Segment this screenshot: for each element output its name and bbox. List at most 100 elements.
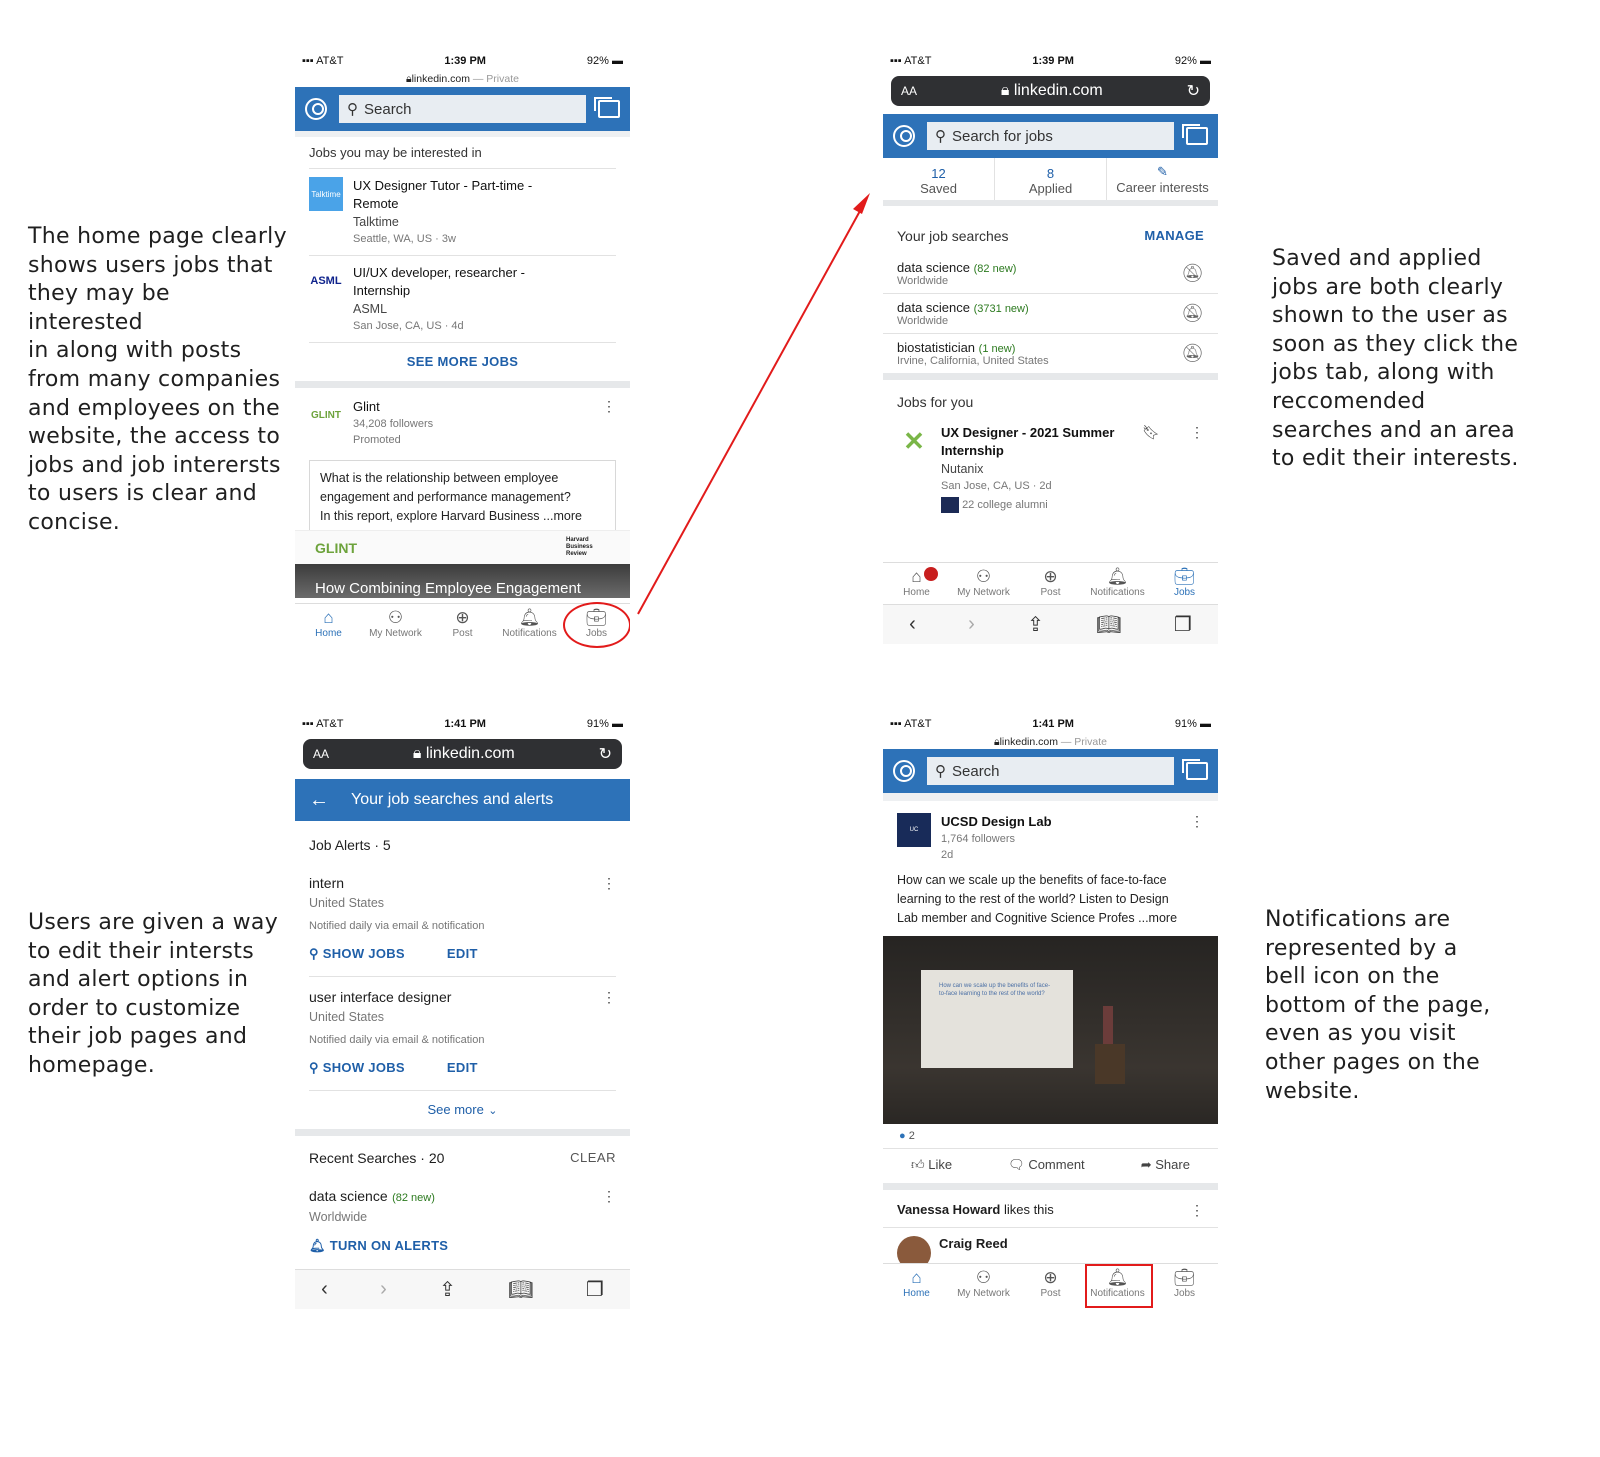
turn-on-alerts-button[interactable]: 🔔︎ TURN ON ALERTS [309, 1238, 616, 1254]
show-jobs-button[interactable]: ⚲ SHOW JOBS [309, 1060, 405, 1076]
share-arrow-icon: ➦ [1140, 1157, 1152, 1172]
home-icon: ⌂ [323, 608, 334, 627]
saved-jobs-button[interactable]: 12 Saved [883, 158, 995, 200]
tab-jobs[interactable]: 💼︎ Jobs [562, 602, 630, 648]
tab-jobs[interactable]: 💼︎ Jobs [1152, 567, 1218, 598]
address-field[interactable]: AA 🔒︎ linkedin.com ↻ [303, 739, 622, 769]
post-image[interactable]: How Combining Employee Engagement [295, 564, 630, 598]
url-line[interactable]: 🔒︎linkedin.com — Private [295, 72, 630, 86]
messaging-icon[interactable] [1182, 124, 1208, 145]
recent-search-item[interactable]: data science (82 new) ⋮ Worldwide 🔔︎ TURN… [295, 1176, 630, 1254]
clear-button[interactable]: CLEAR [570, 1150, 616, 1166]
saved-search-item[interactable]: data science (3731 new) Worldwide 🔕︎ [883, 294, 1218, 334]
alert-off-icon[interactable]: 🔕︎ [1181, 263, 1204, 284]
more-options-icon[interactable]: ⋮ [602, 1188, 616, 1206]
post-image[interactable]: How can we scale up the benefits of face… [883, 936, 1218, 1124]
share-icon[interactable]: ⇪ [439, 1277, 456, 1302]
share-icon[interactable]: ⇪ [1027, 612, 1044, 637]
like-button[interactable]: 👍︎ Like [911, 1157, 952, 1173]
job-alerts-title: Job Alerts · 5 [309, 837, 391, 853]
forward-icon[interactable]: › [380, 1278, 387, 1301]
tab-home[interactable]: ⌂ Home [884, 567, 950, 598]
battery-icon: ▬ [612, 718, 623, 730]
bell-icon: 🔔︎ [1106, 567, 1129, 586]
profile-icon[interactable] [305, 98, 327, 120]
back-icon[interactable]: ‹ [321, 1278, 328, 1301]
reload-icon[interactable]: ↻ [599, 744, 612, 764]
tab-my-network[interactable]: ⚇ My Network [363, 608, 429, 639]
messaging-icon[interactable] [594, 97, 620, 118]
tab-home[interactable]: ⌂ Home [296, 608, 362, 639]
liker-name[interactable]: Vanessa Howard [897, 1202, 1000, 1217]
caption-jobs: Saved and applied jobs are both clearly … [1272, 245, 1532, 474]
tab-post[interactable]: ⊕ Post [1018, 1268, 1084, 1299]
network-icon: ⚇ [975, 1268, 992, 1287]
tab-my-network[interactable]: ⚇ My Network [951, 567, 1017, 598]
tab-notifications[interactable]: 🔔︎ Notifications [1084, 1264, 1153, 1308]
tabs-icon[interactable]: ❐ [586, 1277, 604, 1302]
reaction-count: 2 [908, 1130, 915, 1142]
more-options-icon[interactable]: ⋮ [602, 875, 616, 892]
pencil-icon: ✎ [1157, 164, 1168, 179]
text-size-button[interactable]: AA [901, 84, 917, 98]
profile-icon[interactable] [893, 760, 915, 782]
search-input[interactable]: ⚲ Search [339, 95, 586, 123]
search-input[interactable]: ⚲ Search for jobs [927, 122, 1174, 150]
tab-jobs[interactable]: 💼︎ Jobs [1152, 1268, 1218, 1299]
job-card[interactable]: ✕ UX Designer - 2021 Summer Internship N… [883, 418, 1218, 521]
tab-label: My Network [369, 628, 422, 639]
show-jobs-button[interactable]: ⚲ SHOW JOBS [309, 946, 405, 962]
more-options-icon[interactable]: ⋮ [1190, 424, 1204, 513]
back-arrow-icon[interactable]: ← [309, 789, 329, 812]
post-text-line: engagement and performance management? [320, 490, 571, 504]
edit-button[interactable]: EDIT [447, 1060, 478, 1076]
bookmarks-icon[interactable]: 📖︎ [508, 1277, 533, 1302]
job-card[interactable]: ASML UI/UX developer, researcher - Inter… [295, 256, 630, 342]
profile-icon[interactable] [893, 125, 915, 147]
post-company[interactable]: UCSD Design Lab [941, 813, 1180, 831]
red-box-highlight [1084, 1264, 1153, 1308]
manage-button[interactable]: MANAGE [1144, 228, 1204, 244]
messaging-icon[interactable] [1182, 759, 1208, 780]
see-more-button[interactable]: See more ⌄ [295, 1091, 630, 1129]
tab-home[interactable]: ⌂ Home [884, 1268, 950, 1299]
podium [1095, 1044, 1125, 1084]
saved-search-item[interactable]: data science (82 new) Worldwide 🔕︎ [883, 254, 1218, 294]
more-options-icon[interactable]: ⋮ [1190, 813, 1204, 863]
job-card[interactable]: Talktime UX Designer Tutor - Part-time -… [295, 169, 630, 255]
text-size-button[interactable]: AA [313, 747, 329, 761]
url-line[interactable]: 🔒︎linkedin.com — Private [883, 735, 1218, 749]
reactions-bar[interactable]: ● 2 [883, 1124, 1218, 1148]
see-more-jobs-button[interactable]: SEE MORE JOBS [295, 343, 630, 381]
alert-off-icon[interactable]: 🔕︎ [1181, 303, 1204, 324]
more-options-icon[interactable]: ⋮ [1190, 1202, 1204, 1219]
tabs-icon[interactable]: ❐ [1174, 612, 1192, 637]
applied-jobs-button[interactable]: 8 Applied [995, 158, 1107, 200]
tab-notifications[interactable]: 🔔︎ Notifications [497, 608, 563, 639]
tab-post[interactable]: ⊕ Post [430, 608, 496, 639]
reload-icon[interactable]: ↻ [1187, 81, 1200, 101]
saved-search-item[interactable]: biostatistician (1 new) Irvine, Californi… [883, 334, 1218, 373]
comment-button[interactable]: 🗨︎ Comment [1008, 1157, 1085, 1173]
see-more-link[interactable]: ...more [1138, 911, 1177, 925]
tab-notifications[interactable]: 🔔︎ Notifications [1085, 567, 1151, 598]
alert-off-icon[interactable]: 🔕︎ [1181, 343, 1204, 364]
bookmarks-icon[interactable]: 📖︎ [1096, 612, 1121, 637]
back-icon[interactable]: ‹ [909, 613, 916, 636]
edit-button[interactable]: EDIT [447, 946, 478, 962]
share-button[interactable]: ➦ Share [1141, 1157, 1190, 1173]
more-options-icon[interactable]: ⋮ [602, 398, 616, 448]
tab-post[interactable]: ⊕ Post [1018, 567, 1084, 598]
new-count: (82 new) [392, 1192, 435, 1204]
chevron-down-icon: ⌄ [488, 1105, 498, 1117]
tab-label: Notifications [502, 628, 557, 639]
more-options-icon[interactable]: ⋮ [602, 989, 616, 1006]
career-interests-button[interactable]: ✎ Career interests [1107, 158, 1218, 200]
see-more-link[interactable]: ...more [543, 509, 582, 523]
search-input[interactable]: ⚲ Search [927, 757, 1174, 785]
post-company[interactable]: Glint [353, 398, 592, 416]
tab-my-network[interactable]: ⚇ My Network [951, 1268, 1017, 1299]
forward-icon[interactable]: › [968, 613, 975, 636]
address-field[interactable]: AA 🔒︎ linkedin.com ↻ [891, 76, 1210, 106]
bookmark-icon[interactable]: 🔖︎ [1142, 424, 1160, 513]
